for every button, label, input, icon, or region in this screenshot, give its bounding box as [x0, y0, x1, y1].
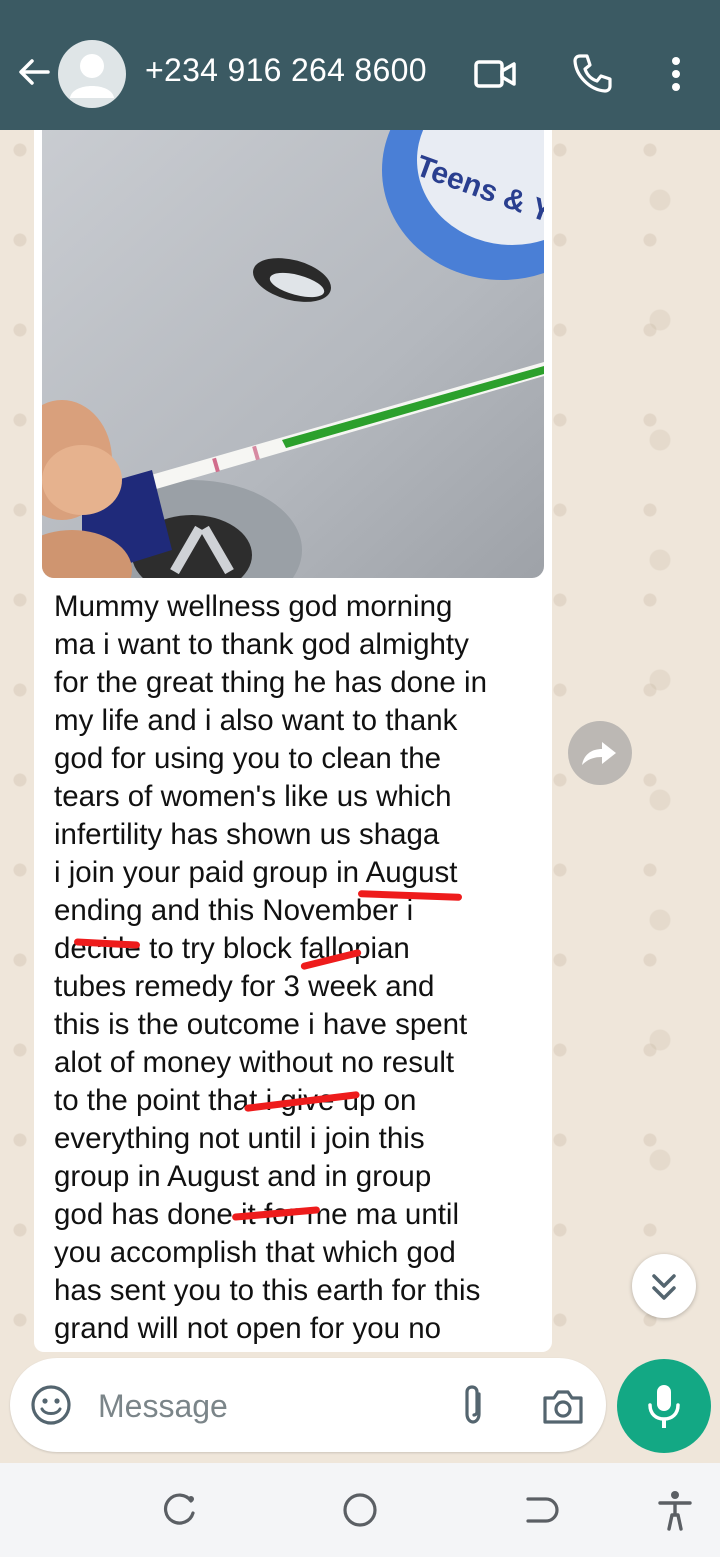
rotate-icon[interactable]	[157, 1487, 203, 1533]
contact-name[interactable]: +234 916 264 8600	[145, 52, 427, 89]
message-text: Mummy wellness god morning ma i want to t…	[54, 588, 542, 1348]
avatar[interactable]	[58, 40, 126, 108]
message-line: ending and this November i	[54, 894, 414, 927]
microphone-icon	[648, 1385, 680, 1428]
message-bubble[interactable]: Teens & Youth Mummy wellness god morning…	[34, 130, 552, 1352]
voice-record-button[interactable]	[617, 1359, 711, 1453]
message-line: everything not until i join this	[54, 1122, 425, 1155]
message-line: this is the outcome i have spent	[54, 1008, 468, 1041]
message-line: has sent you to this earth for this	[54, 1274, 481, 1307]
camera-icon[interactable]	[540, 1384, 586, 1428]
back-gesture-icon[interactable]	[516, 1487, 562, 1533]
chat-header: +234 916 264 8600	[0, 0, 720, 130]
more-vert-icon[interactable]	[652, 50, 700, 98]
phone-icon[interactable]	[568, 50, 616, 98]
arrow-left-icon[interactable]	[14, 52, 54, 92]
message-photo[interactable]: Teens & Youth	[42, 130, 544, 578]
home-icon[interactable]	[337, 1487, 383, 1533]
message-line: ma i want to thank god almighty	[54, 628, 469, 661]
message-line: tears of women's like us which	[54, 780, 452, 813]
message-line: god for using you to clean the	[54, 742, 442, 775]
message-line: i join your paid group in August	[54, 856, 458, 889]
message-line: for the great thing he has done in	[54, 666, 487, 699]
double-chevron-down-icon	[652, 1274, 676, 1300]
message-input[interactable]	[96, 1378, 440, 1434]
message-line: my life and i also want to thank	[54, 704, 458, 737]
forward-button[interactable]	[568, 721, 632, 785]
message-composer	[10, 1358, 606, 1452]
message-line: grand will not open for you no	[54, 1312, 442, 1345]
emoji-icon[interactable]	[28, 1382, 74, 1428]
video-camera-icon[interactable]	[470, 50, 518, 98]
message-line: Mummy wellness god morning	[54, 590, 453, 623]
message-line: alot of money without no result	[54, 1046, 455, 1079]
message-line: tubes remedy for 3 week and	[54, 970, 435, 1003]
forward-icon	[582, 742, 616, 765]
accessibility-icon[interactable]	[652, 1487, 698, 1533]
message-line: you accomplish that which god	[54, 1236, 456, 1269]
message-line: group in August and in group	[54, 1160, 432, 1193]
default-avatar-icon	[70, 54, 114, 98]
message-line: decide to try block fallopian	[54, 932, 410, 965]
message-line: infertility has shown us shaga	[54, 818, 440, 851]
system-nav-bar	[0, 1463, 720, 1557]
scroll-to-bottom-button[interactable]	[632, 1254, 696, 1318]
paperclip-icon[interactable]	[450, 1382, 496, 1428]
